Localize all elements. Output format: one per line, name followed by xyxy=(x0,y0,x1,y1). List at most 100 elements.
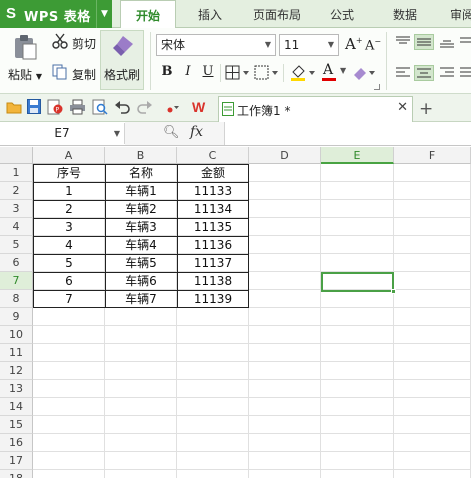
export-pdf-icon[interactable]: P xyxy=(47,99,63,115)
column-header-d[interactable]: D xyxy=(249,147,321,164)
fill-handle[interactable] xyxy=(391,289,396,294)
row-header-8[interactable]: 8 xyxy=(0,290,33,308)
column-header-f[interactable]: F xyxy=(394,147,471,164)
table-cell[interactable]: 6 xyxy=(33,272,105,290)
tab-data[interactable]: 数据 xyxy=(383,0,427,28)
table-cell[interactable]: 11134 xyxy=(177,200,249,218)
table-cell[interactable]: 4 xyxy=(33,236,105,254)
open-folder-icon[interactable] xyxy=(6,100,22,114)
undo-icon[interactable] xyxy=(114,100,130,114)
align-right-icon[interactable] xyxy=(440,67,454,79)
row-header-18[interactable]: 18 xyxy=(0,470,33,478)
spreadsheet-grid[interactable]: ABCDEF 123456789101112131415161718 序号名称金… xyxy=(0,147,471,478)
align-bottom-icon[interactable] xyxy=(440,36,454,48)
copy-button[interactable]: 复制 xyxy=(72,66,96,83)
name-box[interactable]: E7 ▼ xyxy=(0,123,125,144)
grow-font-button[interactable]: A+ xyxy=(345,35,363,53)
tab-review[interactable]: 审阅 xyxy=(447,0,471,28)
column-header-c[interactable]: C xyxy=(177,147,249,164)
underline-button[interactable]: U xyxy=(200,64,216,80)
table-cell[interactable]: 3 xyxy=(33,218,105,236)
table-cell[interactable]: 2 xyxy=(33,200,105,218)
table-cell[interactable]: 7 xyxy=(33,290,105,308)
column-header-b[interactable]: B xyxy=(105,147,177,164)
scissors-icon[interactable] xyxy=(52,33,68,49)
column-header-a[interactable]: A xyxy=(33,147,105,164)
table-cell[interactable]: 车辆3 xyxy=(105,218,177,236)
clear-format-icon[interactable] xyxy=(351,65,377,81)
row-header-1[interactable]: 1 xyxy=(0,164,33,182)
new-tab-button[interactable]: + xyxy=(419,99,433,119)
selected-cell[interactable] xyxy=(321,272,396,294)
table-cell[interactable]: 11139 xyxy=(177,290,249,308)
print-icon[interactable] xyxy=(69,99,86,115)
table-cell[interactable]: 车辆4 xyxy=(105,236,177,254)
tab-formulas[interactable]: 公式 xyxy=(320,0,364,28)
copy-icon[interactable] xyxy=(52,64,68,80)
paste-button[interactable]: 粘贴 ▼ xyxy=(8,66,42,83)
app-menu-button[interactable]: S WPS 表格 ▼ xyxy=(0,0,112,28)
align-top-icon[interactable] xyxy=(396,36,410,48)
table-cell[interactable]: 1 xyxy=(33,182,105,200)
table-cell[interactable]: 车辆5 xyxy=(105,254,177,272)
insert-function-button[interactable]: fx xyxy=(190,124,203,140)
row-header-16[interactable]: 16 xyxy=(0,434,33,452)
print-preview-icon[interactable] xyxy=(92,99,108,115)
justify-icon[interactable] xyxy=(460,67,471,79)
row-header-6[interactable]: 6 xyxy=(0,254,33,272)
table-cell[interactable]: 11138 xyxy=(177,272,249,290)
row-header-7[interactable]: 7 xyxy=(0,272,33,290)
row-header-4[interactable]: 4 xyxy=(0,218,33,236)
zoom-icon[interactable]: 🔍︎ xyxy=(163,125,180,140)
align-left-icon[interactable] xyxy=(396,67,410,79)
row-header-10[interactable]: 10 xyxy=(0,326,33,344)
font-dialog-launcher-icon[interactable] xyxy=(374,84,380,90)
chevron-down-icon[interactable]: ▼ xyxy=(96,0,112,28)
row-header-12[interactable]: 12 xyxy=(0,362,33,380)
save-icon[interactable] xyxy=(27,99,41,114)
bold-button[interactable]: B xyxy=(159,64,175,80)
row-header-3[interactable]: 3 xyxy=(0,200,33,218)
table-cell[interactable]: 车辆6 xyxy=(105,272,177,290)
row-header-2[interactable]: 2 xyxy=(0,182,33,200)
align-middle-icon[interactable] xyxy=(414,34,434,50)
close-icon[interactable]: ✕ xyxy=(397,100,408,115)
row-header-9[interactable]: 9 xyxy=(0,308,33,326)
table-header-cell[interactable]: 名称 xyxy=(105,164,177,182)
row-header-15[interactable]: 15 xyxy=(0,416,33,434)
table-cell[interactable]: 5 xyxy=(33,254,105,272)
select-all-corner[interactable] xyxy=(0,147,33,164)
tab-home[interactable]: 开始 xyxy=(120,0,176,29)
borders-icon[interactable] xyxy=(225,65,251,81)
format-painter-button[interactable]: 格式刷 xyxy=(100,30,144,90)
table-header-cell[interactable]: 序号 xyxy=(33,164,105,182)
row-header-5[interactable]: 5 xyxy=(0,236,33,254)
row-header-11[interactable]: 11 xyxy=(0,344,33,362)
tab-insert[interactable]: 插入 xyxy=(184,0,236,28)
merge-cells-icon[interactable] xyxy=(254,65,280,81)
tab-page-layout[interactable]: 页面布局 xyxy=(244,0,310,28)
customize-toolbar-icon[interactable] xyxy=(166,102,180,114)
text-direction-icon[interactable] xyxy=(460,36,471,48)
table-header-cell[interactable]: 金额 xyxy=(177,164,249,182)
row-header-13[interactable]: 13 xyxy=(0,380,33,398)
shrink-font-button[interactable]: A− xyxy=(365,37,381,53)
font-name-select[interactable]: 宋体 ▼ xyxy=(156,34,276,56)
table-cell[interactable]: 11133 xyxy=(177,182,249,200)
font-color-button[interactable]: A ▼ xyxy=(320,62,348,82)
column-header-e[interactable]: E xyxy=(321,147,394,164)
table-cell[interactable]: 车辆2 xyxy=(105,200,177,218)
cut-button[interactable]: 剪切 xyxy=(72,35,96,52)
font-size-select[interactable]: 11 ▼ xyxy=(279,34,339,56)
row-header-14[interactable]: 14 xyxy=(0,398,33,416)
table-cell[interactable]: 11136 xyxy=(177,236,249,254)
paste-icon[interactable] xyxy=(12,34,38,60)
table-cell[interactable]: 11135 xyxy=(177,218,249,236)
fill-color-icon[interactable] xyxy=(289,64,317,82)
align-center-icon[interactable] xyxy=(414,65,434,81)
redo-icon[interactable] xyxy=(137,100,153,114)
wps-w-logo-icon[interactable]: W xyxy=(191,99,209,115)
formula-input[interactable] xyxy=(226,123,471,144)
table-cell[interactable]: 车辆7 xyxy=(105,290,177,308)
italic-button[interactable]: I xyxy=(180,64,196,80)
